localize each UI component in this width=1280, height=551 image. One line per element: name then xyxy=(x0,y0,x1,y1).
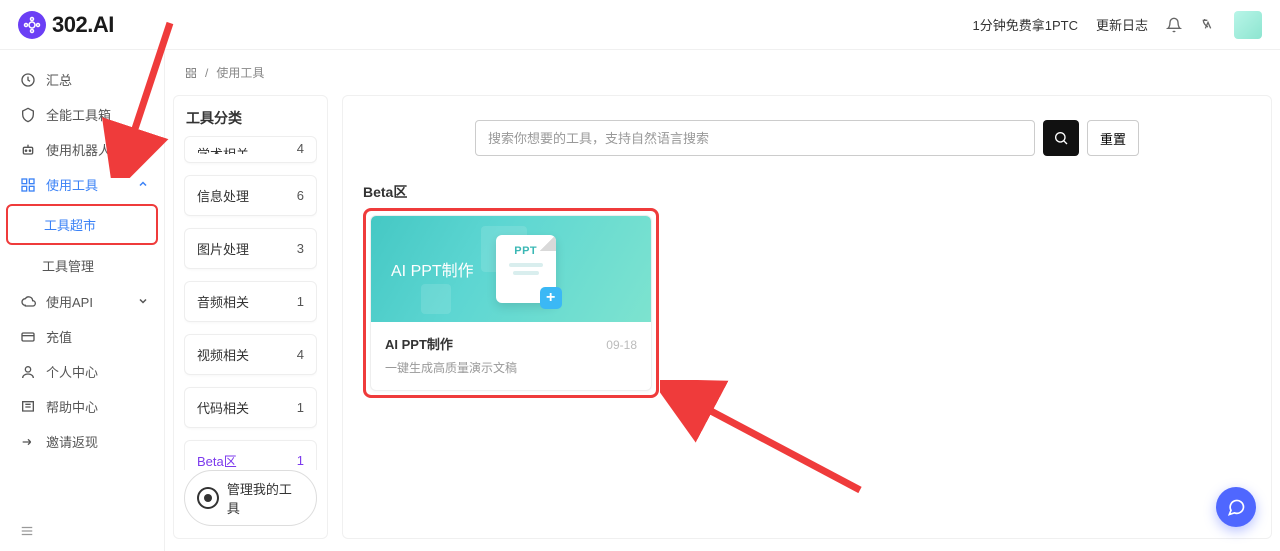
sidebar-item-summary[interactable]: 汇总 xyxy=(0,62,164,97)
sidebar-item-profile[interactable]: 个人中心 xyxy=(0,354,164,389)
search-icon xyxy=(1053,130,1069,146)
main-content: / 使用工具 工具分类 学术相关 4 信息处理 6 图片处理 xyxy=(165,50,1280,551)
category-panel: 工具分类 学术相关 4 信息处理 6 图片处理 3 音频相关 xyxy=(173,95,328,539)
grid-icon xyxy=(185,67,197,79)
sidebar-label: 全能工具箱 xyxy=(46,105,111,124)
promo-link[interactable]: 1分钟免费拿1PTC xyxy=(973,15,1078,34)
category-item[interactable]: 音频相关 1 xyxy=(184,281,317,322)
category-item[interactable]: 学术相关 4 xyxy=(184,136,317,163)
plus-icon: + xyxy=(540,287,562,309)
sidebar-label: 使用API xyxy=(46,292,93,311)
category-count: 4 xyxy=(297,141,304,156)
sidebar-label: 充值 xyxy=(46,327,72,346)
avatar[interactable] xyxy=(1234,11,1262,39)
sidebar-item-toolbox[interactable]: 全能工具箱 xyxy=(0,97,164,132)
ppt-file-icon: PPT + xyxy=(496,235,556,303)
sidebar-sub-tool-market[interactable]: 工具超市 xyxy=(6,204,158,245)
section-title: Beta区 xyxy=(363,182,1251,202)
sidebar-sub-tool-manage[interactable]: 工具管理 xyxy=(0,247,164,284)
sidebar-label: 汇总 xyxy=(46,70,72,89)
tool-card[interactable]: AI PPT制作 PPT + AI PPT制作 09-18 xyxy=(370,215,652,391)
category-label: 音频相关 xyxy=(197,292,249,311)
category-label: 代码相关 xyxy=(197,398,249,417)
translate-icon[interactable] xyxy=(1200,17,1216,33)
header-actions: 1分钟免费拿1PTC 更新日志 xyxy=(973,11,1262,39)
sidebar-label: 使用工具 xyxy=(46,175,98,194)
category-item[interactable]: 信息处理 6 xyxy=(184,175,317,216)
category-count: 6 xyxy=(297,188,304,203)
bell-icon[interactable] xyxy=(1166,17,1182,33)
category-label: 视频相关 xyxy=(197,345,249,364)
sidebar-item-robots[interactable]: 使用机器人 xyxy=(0,132,164,167)
chevron-up-icon xyxy=(138,177,148,192)
sidebar-label: 邀请返现 xyxy=(46,432,98,451)
category-label: 学术相关 xyxy=(197,144,249,154)
category-label: 图片处理 xyxy=(197,239,249,258)
category-label: Beta区 xyxy=(197,451,237,470)
category-item-active[interactable]: Beta区 1 xyxy=(184,440,317,470)
sidebar-label: 帮助中心 xyxy=(46,397,98,416)
breadcrumb-sep: / xyxy=(205,66,208,80)
card-body: AI PPT制作 09-18 一键生成高质量演示文稿 xyxy=(371,322,651,390)
search-button[interactable] xyxy=(1043,120,1079,156)
category-count: 1 xyxy=(297,294,304,309)
sidebar-item-help[interactable]: 帮助中心 xyxy=(0,389,164,424)
logo-text: 302.AI xyxy=(52,12,114,38)
logo[interactable]: 302.AI xyxy=(18,11,114,39)
chat-fab[interactable] xyxy=(1216,487,1256,527)
changelog-link[interactable]: 更新日志 xyxy=(1096,15,1148,34)
chevron-down-icon xyxy=(138,294,148,309)
user-icon xyxy=(197,487,219,509)
search-row: 重置 xyxy=(363,104,1251,182)
category-label: 信息处理 xyxy=(197,186,249,205)
sidebar-label: 个人中心 xyxy=(46,362,98,381)
card-description: 一键生成高质量演示文稿 xyxy=(385,359,637,376)
category-item[interactable]: 视频相关 4 xyxy=(184,334,317,375)
chat-icon xyxy=(1226,497,1246,517)
tool-listing: 重置 Beta区 AI PPT制作 PPT + xyxy=(342,95,1272,539)
category-scroll[interactable]: 学术相关 4 信息处理 6 图片处理 3 音频相关 1 xyxy=(184,136,317,470)
manage-my-tools-button[interactable]: 管理我的工具 xyxy=(184,470,317,526)
sidebar-item-recharge[interactable]: 充值 xyxy=(0,319,164,354)
top-header: 302.AI 1分钟免费拿1PTC 更新日志 xyxy=(0,0,1280,50)
hero-title: AI PPT制作 xyxy=(391,257,474,281)
card-hero: AI PPT制作 PPT + xyxy=(371,216,651,322)
sidebar: 汇总 全能工具箱 使用机器人 使用工具 工具超市 工具管理 使用API 充值 个 xyxy=(0,50,165,551)
sidebar-item-referral[interactable]: 邀请返现 xyxy=(0,424,164,459)
card-title: AI PPT制作 xyxy=(385,334,453,353)
breadcrumb: / 使用工具 xyxy=(165,50,1280,95)
category-count: 3 xyxy=(297,241,304,256)
category-item[interactable]: 图片处理 3 xyxy=(184,228,317,269)
ppt-label: PPT xyxy=(514,245,537,257)
reset-button[interactable]: 重置 xyxy=(1087,120,1139,156)
logo-icon xyxy=(18,11,46,39)
sidebar-item-api[interactable]: 使用API xyxy=(0,284,164,319)
card-date: 09-18 xyxy=(606,338,637,352)
category-count: 1 xyxy=(297,453,304,468)
search-input[interactable] xyxy=(475,120,1035,156)
category-item[interactable]: 代码相关 1 xyxy=(184,387,317,428)
sidebar-item-tools[interactable]: 使用工具 xyxy=(0,167,164,202)
category-count: 1 xyxy=(297,400,304,415)
category-count: 4 xyxy=(297,347,304,362)
tool-card-highlighted: AI PPT制作 PPT + AI PPT制作 09-18 xyxy=(363,208,659,398)
breadcrumb-current: 使用工具 xyxy=(216,64,264,81)
sidebar-label: 使用机器人 xyxy=(46,140,111,159)
sidebar-collapse-icon[interactable] xyxy=(20,524,34,541)
manage-label: 管理我的工具 xyxy=(227,479,304,517)
category-title: 工具分类 xyxy=(186,108,315,128)
